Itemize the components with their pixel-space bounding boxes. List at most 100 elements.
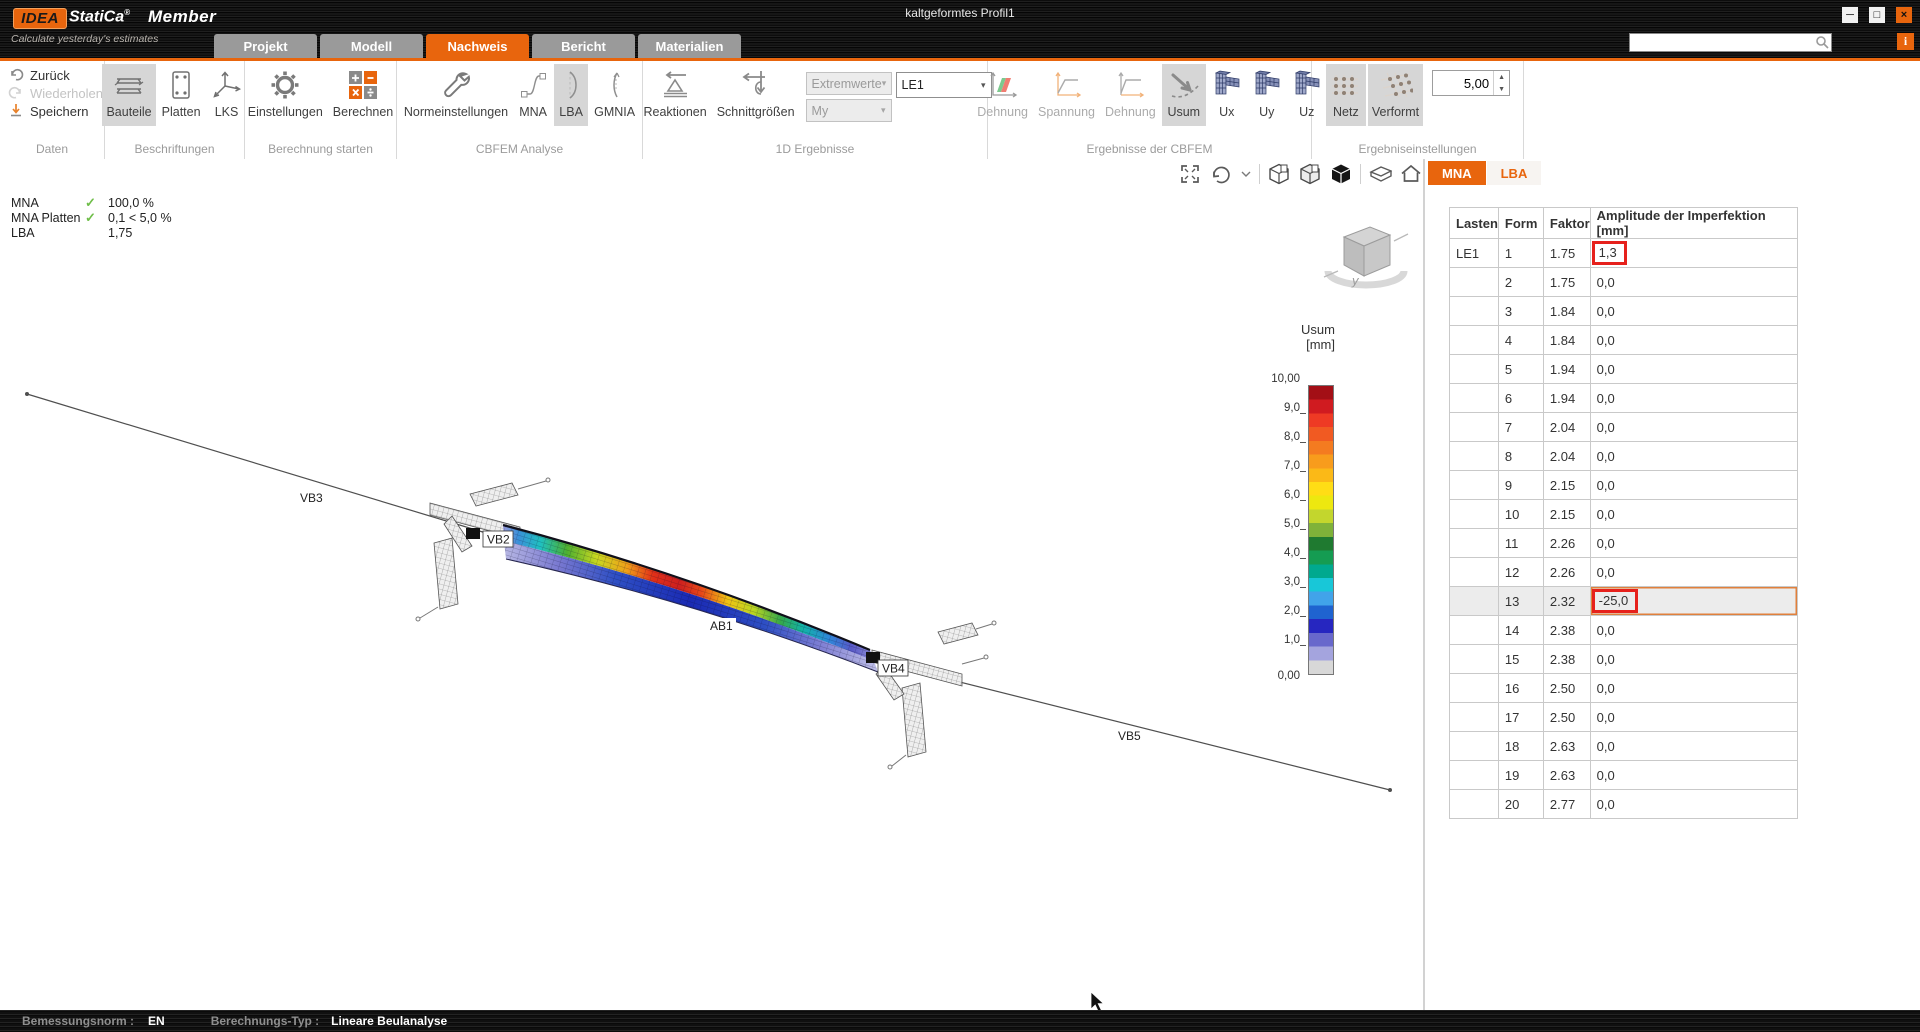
legend-tick-mark <box>1300 413 1306 414</box>
ribbon-group-1d-ergebnisse: Reaktionen Schnittgrößen Extremwerte ▾ M… <box>643 61 988 159</box>
table-row[interactable]: 82.040,0 <box>1450 442 1798 471</box>
legend-tick: 9,0 <box>1284 402 1300 414</box>
dehnung2-button: Dehnung <box>1101 64 1160 126</box>
result-tab-lba[interactable]: LBA <box>1487 161 1542 185</box>
group-caption: 1D Ergebnisse <box>643 142 987 156</box>
normeinstellungen-button[interactable]: Normeinstellungen <box>400 64 512 126</box>
table-row[interactable]: 92.150,0 <box>1450 471 1798 500</box>
table-row[interactable]: 152.380,0 <box>1450 645 1798 674</box>
close-button[interactable]: × <box>1896 7 1912 23</box>
verformt-button[interactable]: Verformt <box>1368 64 1423 126</box>
ribbon-group-daten: Zurück Wiederholen Speichern Daten <box>0 61 105 159</box>
table-row[interactable]: 72.040,0 <box>1450 413 1798 442</box>
usum-button[interactable]: Usum <box>1162 64 1206 126</box>
legend-tick-mark <box>1300 529 1306 530</box>
legend-tick: 1,0 <box>1284 634 1300 646</box>
ribbon-group-ergebniseinstellungen: Netz Verformt ▲ ▼ Ergebniseinstellungen <box>1312 61 1524 159</box>
gmnia-icon <box>603 66 627 104</box>
search-input[interactable] <box>1632 34 1816 51</box>
table-row[interactable]: 182.630,0 <box>1450 732 1798 761</box>
tab-materialien[interactable]: Materialien <box>638 34 741 58</box>
search-icon[interactable] <box>1815 35 1829 54</box>
chevron-down-icon: ▾ <box>881 105 886 116</box>
mesh-grid-icon <box>1330 66 1362 104</box>
schnittgroessen-button[interactable]: Schnittgrößen <box>713 64 799 126</box>
design-code-value: EN <box>148 1014 165 1028</box>
save-button[interactable]: Speichern <box>8 102 104 120</box>
table-row[interactable]: 61.940,0 <box>1450 384 1798 413</box>
idea-logo: IDEA <box>13 8 67 29</box>
redo-icon <box>8 84 24 103</box>
lks-button[interactable]: LKS <box>207 64 247 126</box>
table-row[interactable]: 172.500,0 <box>1450 703 1798 732</box>
uy-button[interactable]: Uy <box>1248 64 1286 126</box>
mouse-cursor <box>1090 991 1106 1010</box>
spin-down-icon[interactable]: ▼ <box>1494 83 1509 95</box>
group-caption: Ergebnisse der CBFEM <box>988 142 1311 156</box>
tab-projekt[interactable]: Projekt <box>214 34 317 58</box>
column-header[interactable]: Amplitude der Imperfektion [mm] <box>1590 208 1797 239</box>
lba-icon <box>558 66 584 104</box>
legend-tick: 7,0 <box>1284 460 1300 472</box>
model-viewport[interactable]: MNA✓100,0 %MNA Platten✓0,1 < 5,0 %LBA1,7… <box>0 159 1423 1010</box>
table-row[interactable]: 132.32-25,0 <box>1450 587 1798 616</box>
ribbon-group-cbfem-ergebnisse: Dehnung Spannung Dehnung Usum Ux Uy <box>988 61 1312 159</box>
column-header[interactable]: Lasten <box>1450 208 1499 239</box>
calculator-icon <box>348 66 378 104</box>
group-caption: Beschriftungen <box>105 142 244 156</box>
title-bar: IDEA StatiCa® Member Calculate yesterday… <box>0 0 1920 58</box>
table-row[interactable]: 112.260,0 <box>1450 529 1798 558</box>
reaktionen-button[interactable]: Reaktionen <box>639 64 710 126</box>
column-header[interactable]: Form <box>1498 208 1543 239</box>
mna-button[interactable]: MNA <box>514 64 552 126</box>
result-tabs: MNALBA <box>1428 161 1541 185</box>
bauteile-button[interactable]: Bauteile <box>102 64 155 126</box>
column-header[interactable]: Faktor <box>1543 208 1590 239</box>
mesh-deformation-icon <box>1252 66 1282 104</box>
beam-icon <box>112 66 146 104</box>
table-row[interactable]: 31.840,0 <box>1450 297 1798 326</box>
wrench-icon <box>439 66 473 104</box>
group-caption: CBFEM Analyse <box>397 142 642 156</box>
stress-icon <box>1051 66 1083 104</box>
tab-modell[interactable]: Modell <box>320 34 423 58</box>
legend-title: Usum [mm] <box>1240 322 1335 352</box>
model-canvas[interactable]: VB3 VB2 AB1 VB4 VB5 <box>0 159 1423 1010</box>
table-row[interactable]: 21.750,0 <box>1450 268 1798 297</box>
maximize-button[interactable]: □ <box>1869 7 1885 23</box>
status-bar: Bemessungsnorm : EN Berechnungs-Typ : Li… <box>0 1010 1920 1032</box>
scale-input[interactable] <box>1433 71 1493 95</box>
minimize-button[interactable]: ─ <box>1842 7 1858 23</box>
tab-nachweis[interactable]: Nachweis <box>426 34 529 58</box>
legend-tick: 10,00 <box>1271 373 1300 385</box>
scale-spinner: ▲ ▼ <box>1432 70 1510 96</box>
spin-up-icon[interactable]: ▲ <box>1494 71 1509 83</box>
axes-icon <box>211 66 243 104</box>
gmnia-button[interactable]: GMNIA <box>590 64 639 126</box>
table-row[interactable]: 122.260,0 <box>1450 558 1798 587</box>
member-label-vb2: VB2 <box>487 533 510 547</box>
legend-tick-mark <box>1300 471 1306 472</box>
plate-icon <box>167 66 195 104</box>
einstellungen-button[interactable]: Einstellungen <box>244 64 327 126</box>
table-row[interactable]: 51.940,0 <box>1450 355 1798 384</box>
platten-button[interactable]: Platten <box>158 64 205 126</box>
table-row[interactable]: 102.150,0 <box>1450 500 1798 529</box>
undo-button[interactable]: Zurück <box>8 66 104 84</box>
table-row[interactable]: LE111.751,3 <box>1450 239 1798 268</box>
tab-bericht[interactable]: Bericht <box>532 34 635 58</box>
table-header-row: LastenFormFaktorAmplitude der Imperfekti… <box>1450 208 1798 239</box>
lba-button[interactable]: LBA <box>554 64 588 126</box>
ribbon-group-cbfem-analyse: Normeinstellungen MNA LBA GMNIA CBFEM An… <box>397 61 643 159</box>
berechnen-button[interactable]: Berechnen <box>329 64 397 126</box>
ux-button[interactable]: Ux <box>1208 64 1246 126</box>
table-row[interactable]: 202.770,0 <box>1450 790 1798 819</box>
netz-button[interactable]: Netz <box>1326 64 1366 126</box>
result-tab-mna[interactable]: MNA <box>1428 161 1486 185</box>
table-row[interactable]: 192.630,0 <box>1450 761 1798 790</box>
table-row[interactable]: 162.500,0 <box>1450 674 1798 703</box>
info-button[interactable]: i <box>1897 33 1914 50</box>
table-row[interactable]: 41.840,0 <box>1450 326 1798 355</box>
calc-type-value: Lineare Beulanalyse <box>331 1014 447 1028</box>
table-row[interactable]: 142.380,0 <box>1450 616 1798 645</box>
